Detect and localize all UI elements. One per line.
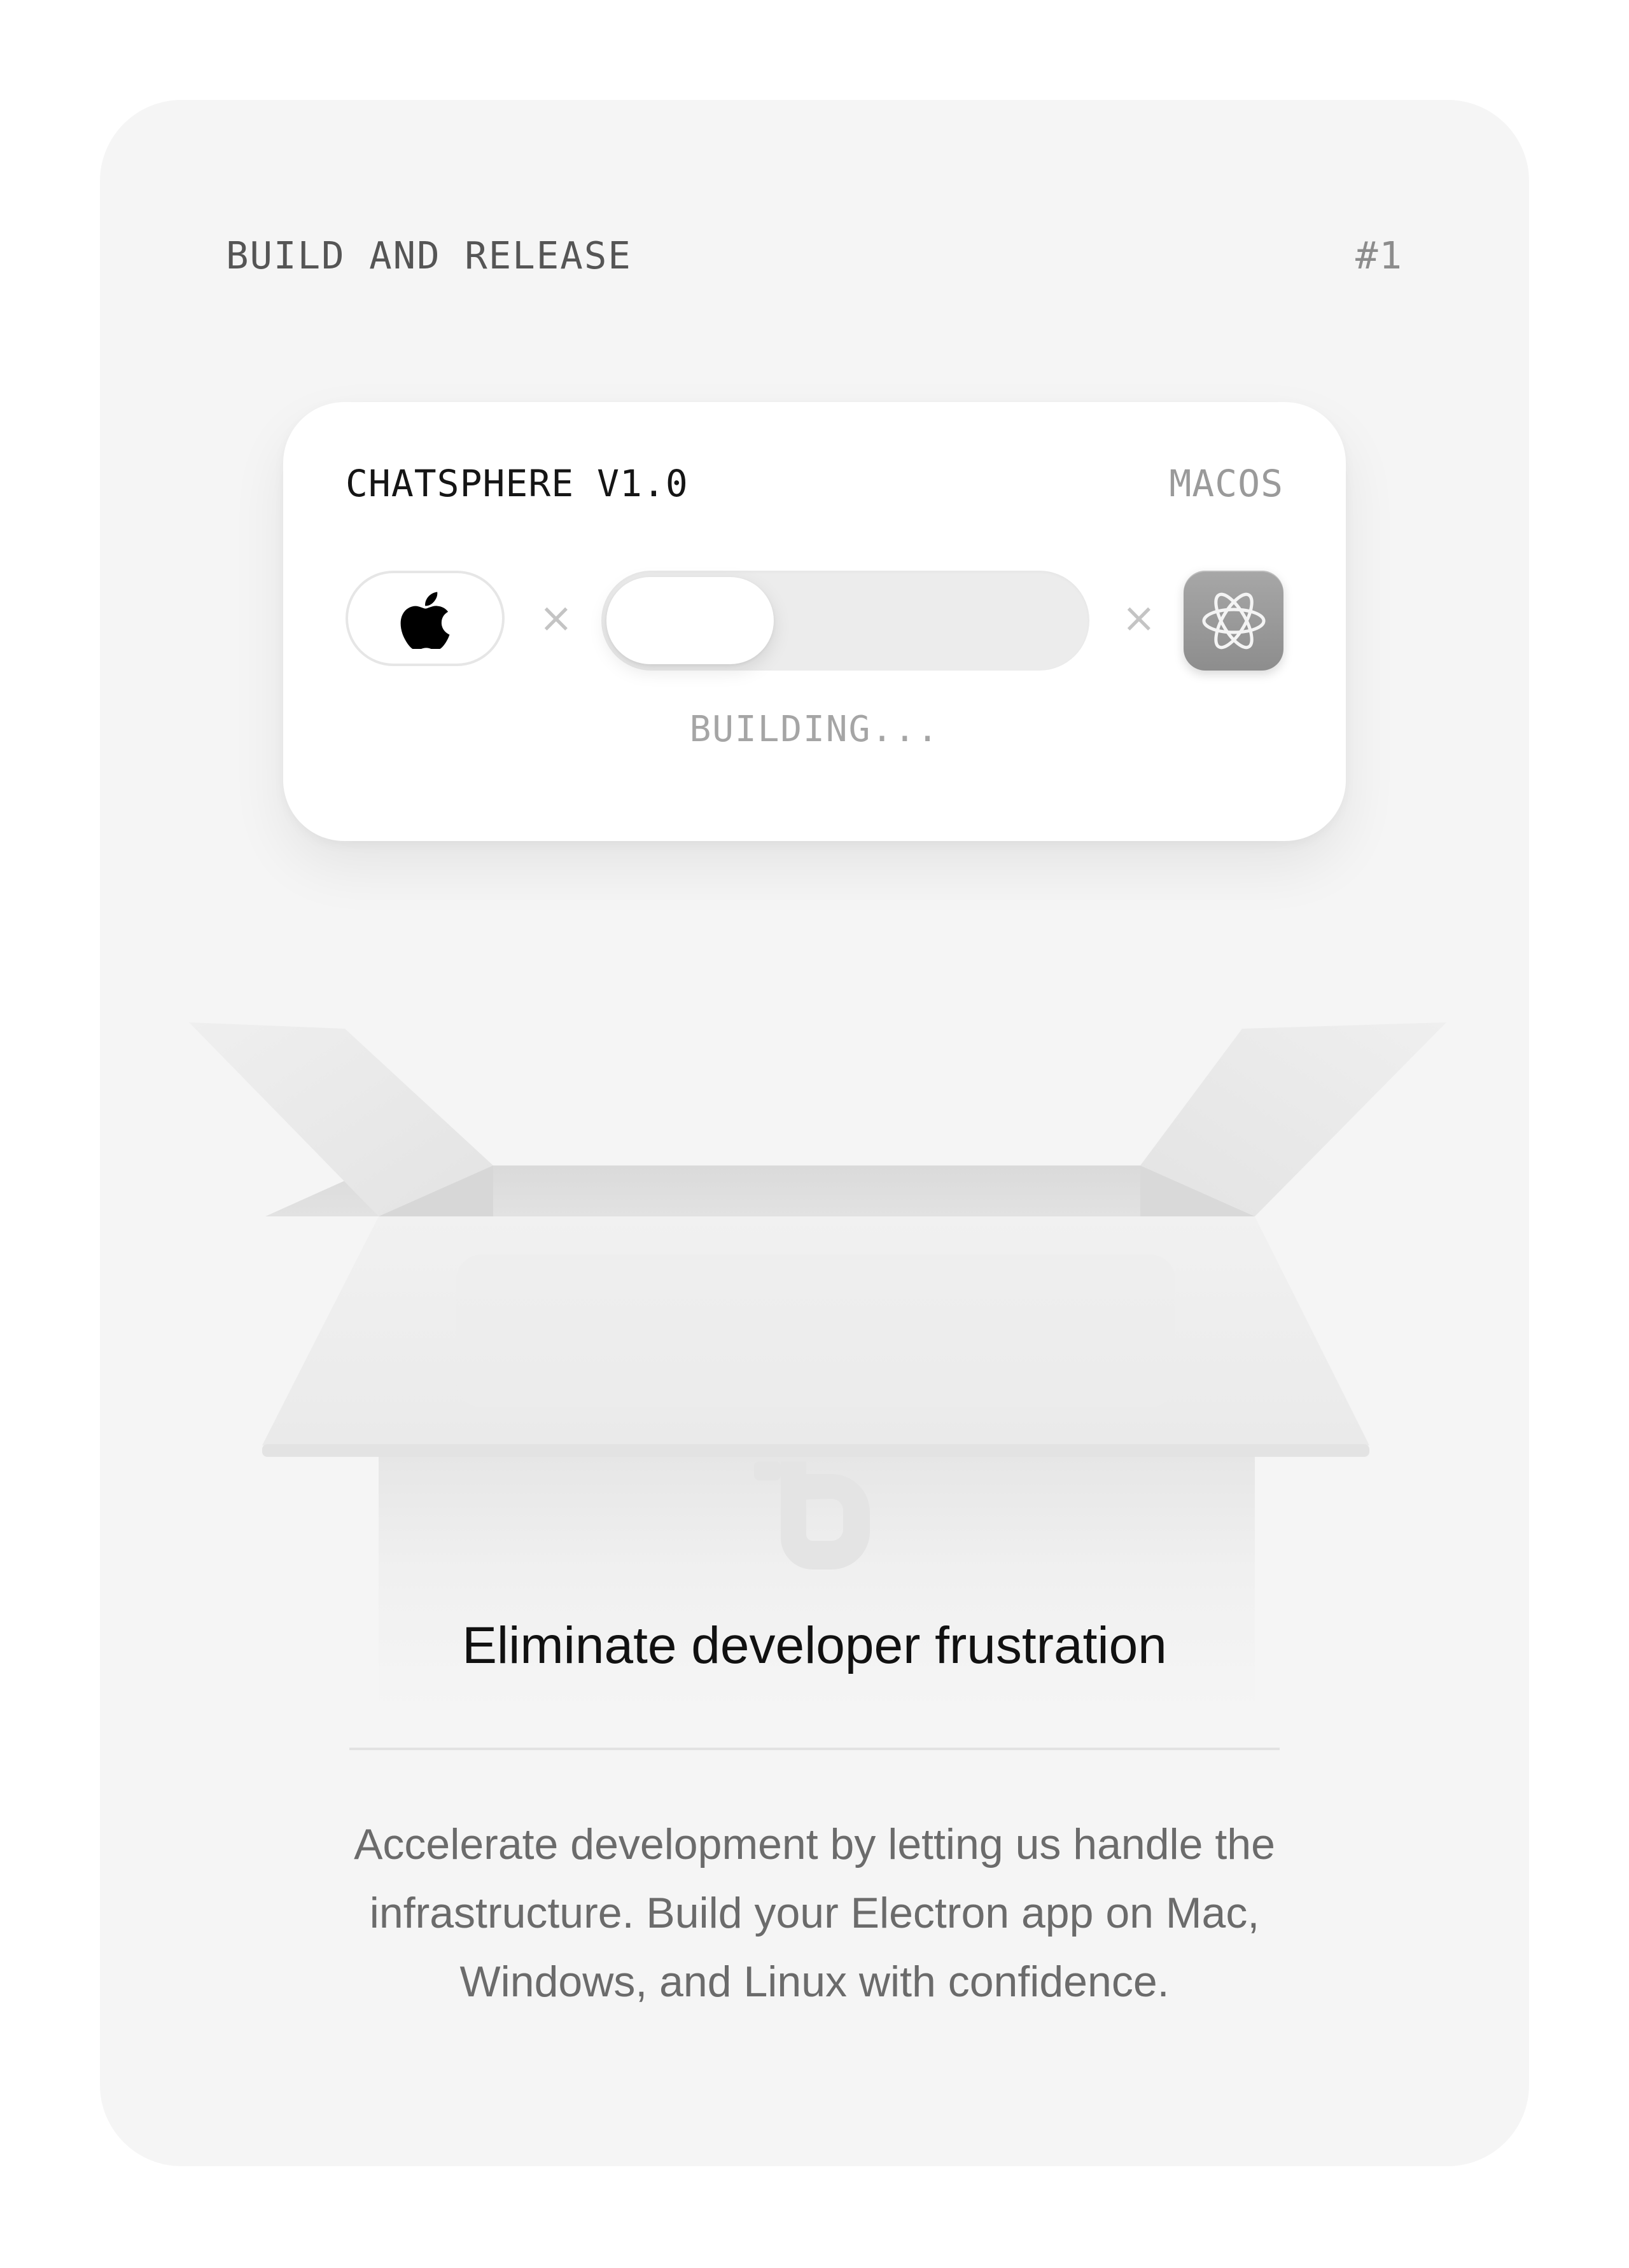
os-badge bbox=[346, 571, 505, 666]
electron-atom-icon bbox=[1184, 571, 1283, 671]
build-progress-fill bbox=[606, 577, 774, 664]
feature-headline: Eliminate developer frustration bbox=[462, 1617, 1167, 1674]
build-status-widget: CHATSPHERE V1.0 MACOS × × BUILDING... bbox=[283, 402, 1346, 841]
open-box-illustration bbox=[189, 1022, 1446, 1709]
build-status-text: BUILDING... bbox=[689, 709, 940, 750]
app-version-label: CHATSPHERE V1.0 bbox=[346, 462, 689, 505]
platform-label: MACOS bbox=[1169, 462, 1283, 505]
feature-card: BUILD AND RELEASE #1 CHATSPHERE V1.0 MAC… bbox=[100, 100, 1529, 2166]
separator-icon: × bbox=[539, 595, 573, 642]
build-progress-bar bbox=[601, 571, 1089, 671]
apple-icon bbox=[400, 592, 450, 649]
feature-description: Accelerate development by letting us han… bbox=[354, 1820, 1275, 2006]
atom-glyph bbox=[1201, 592, 1266, 649]
separator-icon: × bbox=[1122, 595, 1156, 642]
section-eyebrow: BUILD AND RELEASE bbox=[226, 233, 632, 277]
divider bbox=[349, 1748, 1280, 1750]
card-index: #1 bbox=[1355, 233, 1403, 277]
